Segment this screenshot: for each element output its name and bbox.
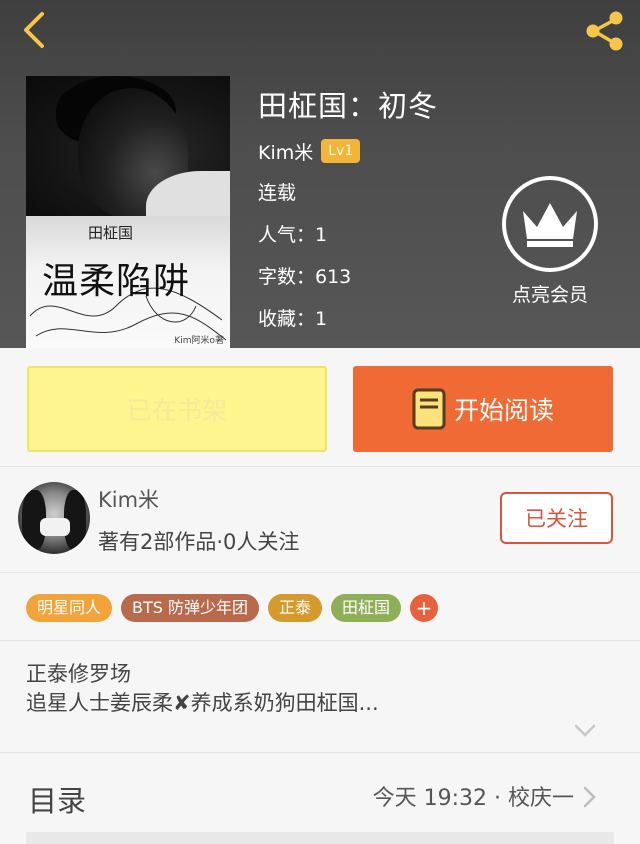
followed-button[interactable]: 已关注 bbox=[500, 492, 613, 544]
back-button[interactable] bbox=[16, 10, 56, 50]
vip-circle bbox=[502, 176, 598, 272]
author-name[interactable]: Kim米 bbox=[258, 138, 313, 165]
author-card-stats: 著有2部作品·0人关注 bbox=[98, 530, 300, 554]
catalog-title: 目录 bbox=[28, 784, 87, 818]
book-description: 正泰修罗场 追星人士姜辰柔✘养成系奶狗田柾国... bbox=[26, 660, 379, 718]
latest-chapter: 今天 19:32 · 校庆一 bbox=[372, 786, 574, 811]
description-line: 正泰修罗场 bbox=[26, 662, 131, 686]
share-icon bbox=[586, 11, 623, 51]
divider bbox=[0, 466, 640, 467]
followed-label: 已关注 bbox=[525, 507, 588, 531]
expand-chevron-down-icon[interactable] bbox=[574, 724, 596, 738]
cover-title: 温柔陷阱 bbox=[42, 261, 191, 302]
divider bbox=[0, 572, 640, 573]
in-shelf-button[interactable]: 已在书架 bbox=[27, 366, 327, 452]
add-tag-button[interactable]: + bbox=[410, 594, 439, 622]
status-text: 连载 bbox=[258, 182, 297, 204]
divider bbox=[0, 640, 640, 641]
cover-author-mark: Kim阿米o著 bbox=[174, 336, 224, 346]
author-card-name[interactable]: Kim米 bbox=[98, 484, 159, 514]
divider bbox=[0, 752, 640, 753]
catalog-row[interactable]: 目录 今天 19:32 · 校庆一 bbox=[0, 756, 640, 836]
tag-list: 明星同人 BTS 防弹少年团 正泰 田柾国 + bbox=[26, 594, 439, 622]
share-button[interactable] bbox=[582, 8, 628, 54]
chevron-right-icon bbox=[583, 786, 596, 808]
book-cover[interactable]: 田柾国 温柔陷阱 Kim阿米o著 bbox=[26, 76, 230, 348]
book-header: 田柾国 温柔陷阱 Kim阿米o著 田柾国：初冬 Kim米 Lv1 连载 人气：1… bbox=[0, 0, 640, 348]
book-info: 田柾国：初冬 Kim米 Lv1 连载 人气：1 字数：613 收藏：1 bbox=[258, 86, 438, 340]
tag-item[interactable]: 明星同人 bbox=[26, 594, 113, 622]
level-badge: Lv1 bbox=[321, 139, 361, 163]
cover-photo bbox=[26, 76, 230, 241]
vip-button[interactable]: 点亮会员 bbox=[502, 176, 598, 307]
next-section-edge bbox=[26, 832, 614, 844]
start-reading-button[interactable]: 开始阅读 bbox=[353, 366, 613, 452]
favorites-text: 收藏：1 bbox=[258, 308, 328, 330]
in-shelf-label: 已在书架 bbox=[126, 396, 227, 425]
vip-label: 点亮会员 bbox=[511, 284, 588, 306]
word-count-text: 字数：613 bbox=[258, 266, 352, 288]
author-row: Kim米 Lv1 bbox=[258, 136, 438, 166]
crown-icon bbox=[523, 203, 577, 247]
author-avatar[interactable] bbox=[18, 482, 90, 554]
description-line: 追星人士姜辰柔✘养成系奶狗田柾国... bbox=[26, 691, 379, 715]
tag-item[interactable]: 田柾国 bbox=[331, 594, 402, 622]
book-title: 田柾国：初冬 bbox=[258, 89, 439, 123]
tag-item[interactable]: BTS 防弹少年团 bbox=[121, 594, 260, 622]
chevron-left-icon bbox=[24, 12, 44, 48]
cover-subtitle: 田柾国 bbox=[88, 224, 134, 242]
popularity-text: 人气：1 bbox=[258, 224, 328, 246]
start-reading-label: 开始阅读 bbox=[453, 396, 554, 425]
book-icon bbox=[412, 388, 446, 430]
tag-item[interactable]: 正泰 bbox=[268, 594, 323, 622]
